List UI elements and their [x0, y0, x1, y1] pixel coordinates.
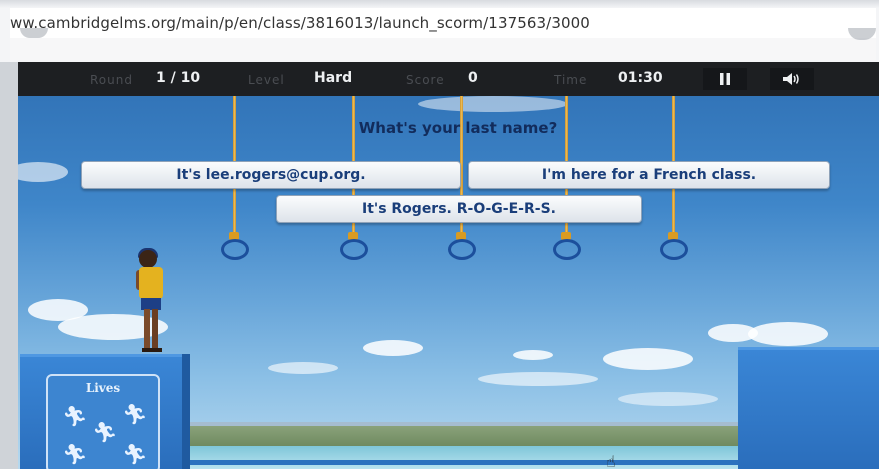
character-feet	[142, 348, 162, 352]
ring[interactable]	[340, 239, 368, 260]
question-text: What's your last name?	[358, 119, 558, 137]
answer-button-2[interactable]: I'm here for a French class.	[468, 161, 830, 189]
cloud	[363, 340, 423, 356]
finish-platform	[738, 347, 879, 469]
level-value: Hard	[314, 70, 353, 86]
shoreline	[183, 426, 738, 446]
life-icon: 🏃︎	[122, 442, 148, 466]
game-hud: Round 1 / 10 Level Hard Score 0 Time 01:…	[18, 62, 879, 96]
cloud	[513, 350, 553, 360]
hand-cursor-icon: ☝	[606, 452, 616, 469]
start-platform-side	[182, 354, 190, 469]
score-label: Score	[406, 73, 445, 87]
game-canvas: Round 1 / 10 Level Hard Score 0 Time 01:…	[18, 62, 879, 469]
cloud	[418, 96, 568, 112]
answer-button-3[interactable]: It's Rogers. R-O-G-E-R-S.	[276, 195, 642, 223]
pause-icon	[720, 73, 730, 85]
ring[interactable]	[221, 239, 249, 260]
life-icon: 🏃︎	[122, 402, 148, 426]
cloud	[748, 322, 828, 346]
character-leg	[144, 309, 150, 349]
life-icon: 🏃︎	[92, 420, 118, 444]
ring[interactable]	[660, 239, 688, 260]
address-bar[interactable]: ww.cambridgelms.org/main/p/en/class/3816…	[10, 8, 876, 39]
browser-chrome: ww.cambridgelms.org/main/p/en/class/3816…	[0, 0, 879, 62]
character-head	[139, 250, 157, 268]
cloud	[603, 348, 693, 370]
water	[183, 446, 738, 469]
ring[interactable]	[448, 239, 476, 260]
character-leg	[152, 309, 158, 349]
cloud	[18, 162, 68, 182]
answer-button-1[interactable]: It's lee.rogers@cup.org.	[81, 161, 461, 189]
character-vest	[139, 267, 163, 299]
url-text: ww.cambridgelms.org/main/p/en/class/3816…	[10, 14, 590, 32]
pause-button[interactable]	[703, 68, 747, 90]
ring[interactable]	[553, 239, 581, 260]
life-icon: 🏃︎	[62, 404, 88, 428]
speaker-icon	[783, 73, 799, 85]
score-value: 0	[468, 70, 478, 86]
sound-button[interactable]	[770, 68, 814, 90]
life-icon: 🏃︎	[62, 442, 88, 466]
lives-title: Lives	[85, 381, 121, 395]
time-label: Time	[554, 73, 588, 87]
round-value: 1 / 10	[156, 70, 201, 86]
page-margin	[10, 38, 876, 60]
cloud	[268, 362, 338, 374]
round-label: Round	[90, 73, 133, 87]
pool-edge	[183, 460, 738, 465]
window-top-edge	[0, 0, 879, 8]
time-value: 01:30	[618, 70, 663, 86]
cloud	[618, 392, 718, 406]
lives-panel: Lives 🏃︎ 🏃︎ 🏃︎ 🏃︎ 🏃︎	[46, 374, 160, 469]
cloud	[478, 372, 598, 386]
level-label: Level	[248, 73, 285, 87]
